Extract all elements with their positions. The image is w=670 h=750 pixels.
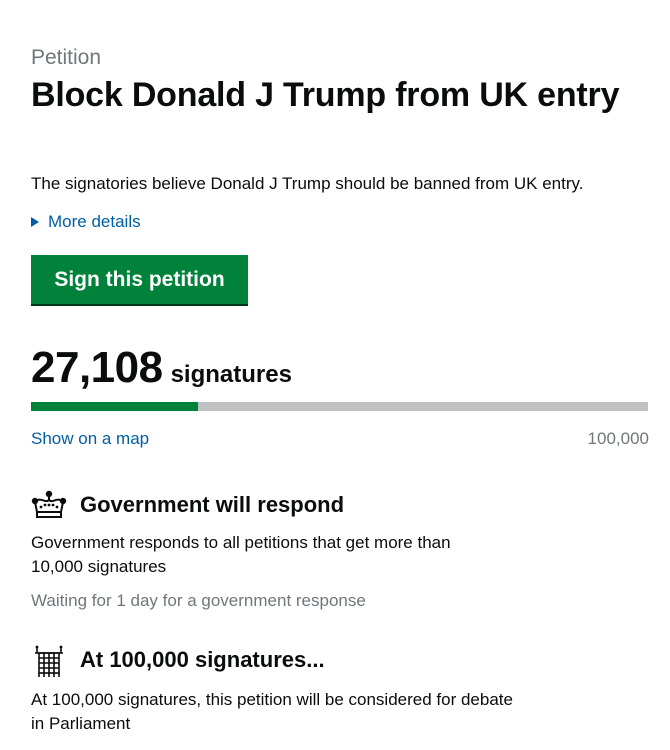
show-on-map-link[interactable]: Show on a map bbox=[31, 428, 149, 450]
debate-threshold-description: At 100,000 signatures, this petition wil… bbox=[31, 688, 591, 736]
debate-threshold-description-line-1: At 100,000 signatures, this petition wil… bbox=[31, 690, 513, 709]
petition-summary: The signatories believe Donald J Trump s… bbox=[31, 174, 584, 193]
more-details-toggle[interactable]: More details bbox=[31, 211, 141, 233]
page-title: Block Donald J Trump from UK entry bbox=[31, 76, 620, 114]
debate-threshold-title: At 100,000 signatures... bbox=[80, 647, 325, 672]
signature-count-number: 27,108 bbox=[31, 343, 163, 392]
government-response-description: Government responds to all petitions tha… bbox=[31, 531, 531, 579]
signature-progress-fill bbox=[31, 402, 199, 411]
government-response-title: Government will respond bbox=[80, 492, 345, 517]
government-response-heading: Government will respond bbox=[31, 490, 344, 520]
government-response-description-line-1: Government responds to all petitions tha… bbox=[31, 533, 451, 552]
government-response-description-line-2: 10,000 signatures bbox=[31, 557, 167, 576]
portcullis-icon bbox=[31, 645, 67, 677]
page-caption: Petition bbox=[31, 46, 102, 69]
debate-threshold-description-line-2: in Parliament bbox=[31, 714, 131, 733]
signature-count: 27,108 signatures bbox=[31, 342, 292, 394]
triangle-right-icon bbox=[31, 217, 39, 227]
government-response-status: Waiting for 1 day for a government respo… bbox=[31, 591, 366, 610]
signature-goal: 100,000 bbox=[587, 429, 649, 448]
signature-count-label: signatures bbox=[170, 361, 292, 388]
more-details-label: More details bbox=[48, 212, 141, 231]
debate-threshold-heading: At 100,000 signatures... bbox=[31, 645, 325, 677]
sign-petition-button[interactable]: Sign this petition bbox=[31, 255, 248, 304]
crown-icon bbox=[31, 490, 67, 520]
signature-progress-bar bbox=[31, 402, 648, 411]
